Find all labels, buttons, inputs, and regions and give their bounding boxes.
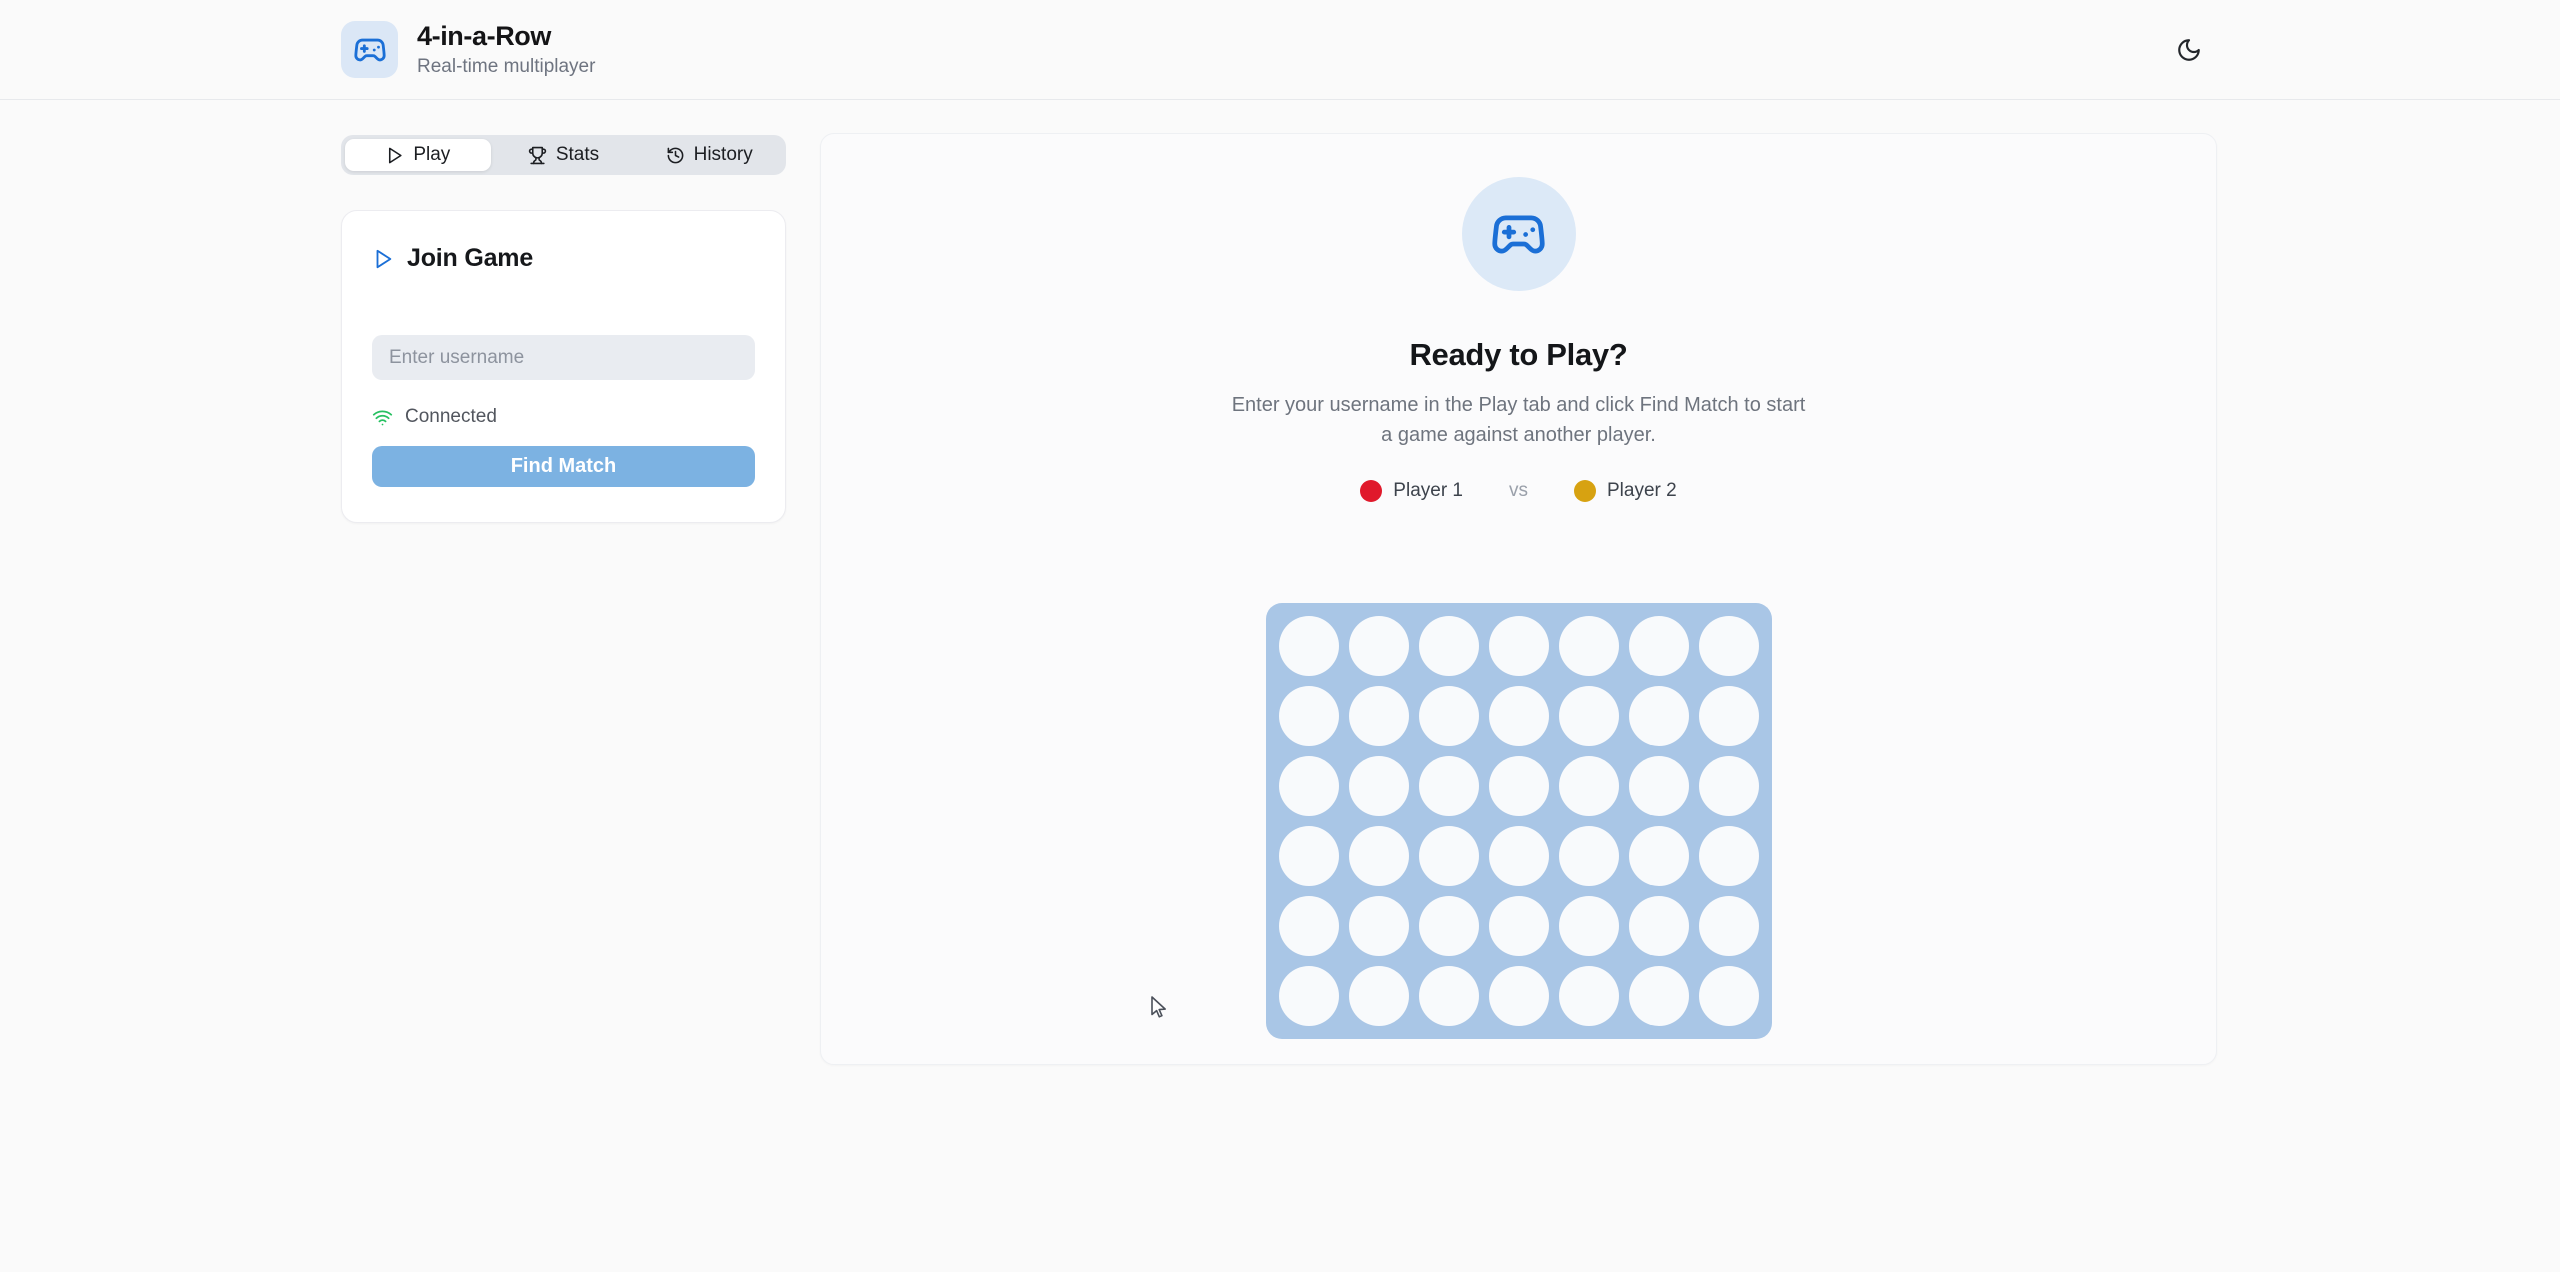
board-cell <box>1629 966 1689 1026</box>
tab-play[interactable]: Play <box>345 139 491 171</box>
board-cell <box>1279 616 1339 676</box>
tab-history-label: History <box>694 144 753 166</box>
board-cell <box>1699 966 1759 1026</box>
board-cell <box>1349 756 1409 816</box>
connection-status: Connected <box>372 406 755 428</box>
header-text: 4-in-a-Row Real-time multiplayer <box>417 21 595 77</box>
page-title: 4-in-a-Row <box>417 21 595 52</box>
player1-label: Player 1 <box>1393 480 1463 502</box>
board-cell <box>1489 616 1549 676</box>
page-subtitle: Real-time multiplayer <box>417 56 595 78</box>
tab-history[interactable]: History <box>636 139 782 171</box>
board-cell <box>1349 686 1409 746</box>
vs-label: vs <box>1509 480 1528 502</box>
tab-stats[interactable]: Stats <box>491 139 637 171</box>
history-icon <box>666 146 685 165</box>
play-icon <box>385 146 404 165</box>
gamepad-icon <box>1490 206 1547 263</box>
ready-heading: Ready to Play? <box>1409 337 1627 373</box>
player2-label: Player 2 <box>1607 480 1677 502</box>
wifi-icon <box>372 407 393 428</box>
board-cell <box>1279 686 1339 746</box>
player1-dot <box>1360 480 1382 502</box>
board-cell <box>1279 966 1339 1026</box>
app-logo <box>341 21 398 78</box>
game-board <box>1266 603 1772 1039</box>
board-cell <box>1349 826 1409 886</box>
board-cell <box>1629 686 1689 746</box>
board-cell <box>1349 966 1409 1026</box>
sidebar: Play Stats History <box>341 133 786 523</box>
board-cell <box>1419 756 1479 816</box>
board-cell <box>1559 896 1619 956</box>
board-cell <box>1559 966 1619 1026</box>
board-cell <box>1349 616 1409 676</box>
board-cell <box>1699 896 1759 956</box>
username-input[interactable] <box>372 335 755 380</box>
board-cell <box>1349 896 1409 956</box>
hero-badge <box>1462 177 1576 291</box>
connection-status-label: Connected <box>405 406 497 428</box>
find-match-button[interactable]: Find Match <box>372 446 755 487</box>
board-cell <box>1489 686 1549 746</box>
board-cell <box>1279 826 1339 886</box>
tab-play-label: Play <box>413 144 450 166</box>
moon-icon <box>2176 37 2202 63</box>
board-cell <box>1279 896 1339 956</box>
board-cell <box>1559 616 1619 676</box>
join-game-title-row: Join Game <box>372 244 755 273</box>
player1-legend: Player 1 <box>1360 480 1463 502</box>
board-cell <box>1419 616 1479 676</box>
board-cell <box>1629 896 1689 956</box>
trophy-icon <box>528 146 547 165</box>
tab-bar: Play Stats History <box>341 135 786 175</box>
player2-dot <box>1574 480 1596 502</box>
board-cell <box>1419 826 1479 886</box>
board-cell <box>1699 826 1759 886</box>
play-icon <box>372 248 394 270</box>
board-cell <box>1489 966 1549 1026</box>
board-cell <box>1559 686 1619 746</box>
board-cell <box>1279 756 1339 816</box>
board-cell <box>1489 826 1549 886</box>
app-header: 4-in-a-Row Real-time multiplayer <box>0 0 2560 100</box>
player2-legend: Player 2 <box>1574 480 1677 502</box>
join-game-title: Join Game <box>407 244 533 273</box>
tab-stats-label: Stats <box>556 144 599 166</box>
theme-toggle-button[interactable] <box>2168 29 2210 71</box>
board-cell <box>1629 616 1689 676</box>
board-cell <box>1489 756 1549 816</box>
board-cell <box>1699 756 1759 816</box>
board-cell <box>1629 756 1689 816</box>
board-cell <box>1559 756 1619 816</box>
join-game-card: Join Game Connected Find Match <box>341 210 786 523</box>
board-cell <box>1629 826 1689 886</box>
players-row: Player 1 vs Player 2 <box>1360 480 1676 502</box>
board-cell <box>1419 686 1479 746</box>
board-cell <box>1419 896 1479 956</box>
gamepad-icon <box>353 33 387 67</box>
main-panel: Ready to Play? Enter your username in th… <box>820 133 2217 1065</box>
content-area: Play Stats History <box>0 100 2560 1065</box>
ready-description: Enter your username in the Play tab and … <box>1225 390 1813 450</box>
board-cell <box>1699 686 1759 746</box>
board-cell <box>1489 896 1549 956</box>
board-cell <box>1559 826 1619 886</box>
board-cell <box>1419 966 1479 1026</box>
board-cell <box>1699 616 1759 676</box>
